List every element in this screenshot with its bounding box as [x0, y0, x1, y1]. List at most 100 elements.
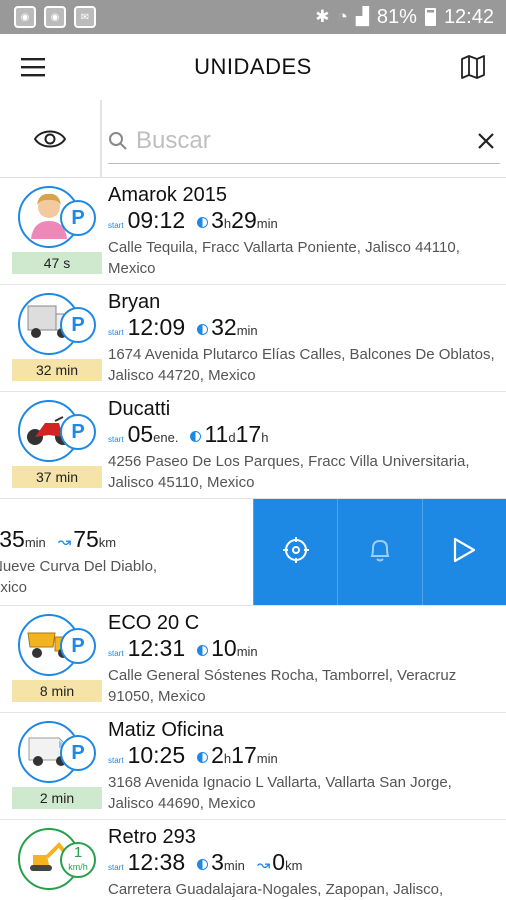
duration: 11 d 17 h — [190, 421, 268, 448]
distance-value: 75 — [73, 526, 99, 552]
duration-unit: h — [223, 751, 232, 766]
app-bar: UNIDADES — [0, 34, 506, 100]
last-update-badge: 32 min — [12, 359, 102, 381]
locate-action-button[interactable] — [253, 499, 338, 605]
clock-icon — [190, 431, 202, 442]
start-label: start — [108, 435, 124, 444]
distance-unit: km — [285, 858, 303, 873]
status-value: P — [71, 206, 85, 229]
unit-row[interactable]: P 8 min ECO 20 C start 12:31 10 min Calle Gener… — [0, 606, 506, 713]
duration-unit: min — [24, 535, 46, 550]
trip-stats: start 12:09 32 min — [108, 314, 500, 344]
notification-mail-icon: ✉ — [74, 6, 96, 28]
bell-icon — [368, 537, 392, 568]
distance: ↝ 75 km — [58, 526, 116, 553]
duration-unit: min — [223, 858, 245, 873]
status-value: P — [71, 634, 85, 657]
unit-info: Retro 293 start 12:38 3 min ↝ 0 km Carretera Gua… — [108, 825, 500, 900]
battery-icon — [424, 8, 436, 26]
start-label: start — [108, 756, 124, 765]
unit-name: Matiz Oficina — [108, 719, 224, 741]
signal-icon: ▟ — [355, 7, 369, 26]
parked-badge: P — [60, 628, 96, 664]
unit-info: Ducatti start 05 ene. 11 d 17 h 4256 Paseo De Lo… — [108, 397, 500, 493]
duration: 3 min — [197, 849, 245, 876]
start-time: 12:38 — [127, 849, 186, 875]
duration-value: 17 — [231, 742, 257, 768]
unit-row[interactable]: P 47 s Amarok 2015 start 09:12 3 h 29 min Calle T… — [0, 178, 506, 285]
duration: h35min — [0, 526, 46, 553]
duration-unit: min — [256, 216, 278, 231]
duration-value: 11 — [204, 421, 229, 447]
duration-unit: h — [223, 216, 232, 231]
parked-badge: P — [60, 307, 96, 343]
visibility-toggle-button[interactable] — [0, 100, 102, 178]
duration-value: 10 — [211, 635, 237, 661]
duration-unit: min — [236, 323, 258, 338]
unit-name: Retro 293 — [108, 826, 196, 848]
clear-search-button[interactable] — [472, 127, 500, 155]
distance-value: 0 — [272, 849, 286, 875]
duration-unit: h — [261, 430, 269, 445]
start-label: start — [108, 863, 124, 872]
duration: 32 min — [197, 314, 258, 341]
play-icon — [451, 536, 477, 569]
last-update-badge: 37 min — [12, 466, 102, 488]
duration: 2 h 17 min — [197, 742, 278, 769]
status-value: P — [71, 420, 85, 443]
play-action-button[interactable] — [421, 499, 506, 605]
unit-row[interactable]: P 32 min Bryan start 12:09 32 min 1674 Avenida … — [0, 285, 506, 392]
duration-value: 32 — [211, 314, 237, 340]
unit-address: 1674 Avenida Plutarco Elías Calles, Balc… — [108, 346, 495, 384]
unit-row[interactable]: P 37 min Ducatti start 05 ene. 11 d 17 h 4256 Pase… — [0, 392, 506, 499]
duration-unit: min — [256, 751, 278, 766]
unit-address: Carretera Guadalajara-Nogales, Zapopan, … — [108, 881, 444, 898]
duration-value: 35 — [0, 526, 25, 552]
unit-info: Matiz Oficina start 10:25 2 h 17 min 3168 Aveni… — [108, 718, 500, 814]
unit-address: Calle Tequila, Fracc Vallarta Poniente, … — [108, 239, 460, 277]
unit-row[interactable]: P 2 min Matiz Oficina start 10:25 2 h 17 min 3168… — [0, 713, 506, 820]
route-icon: ↝ — [57, 534, 72, 551]
bell-action-button[interactable] — [337, 499, 422, 605]
clock-icon — [197, 217, 209, 228]
duration-value: 3 — [211, 849, 224, 875]
unit-row[interactable]: h35min↝75kmNueve Curva Del Diablo,exico — [0, 499, 506, 606]
start-time: 05 — [127, 421, 154, 447]
map-button[interactable] — [440, 34, 506, 100]
unit-info: ECO 20 C start 12:31 10 min Calle General Sós… — [108, 611, 500, 707]
trip-stats: start 09:12 3 h 29 min — [108, 207, 500, 237]
swipe-actions — [253, 499, 506, 605]
start-time: 10:25 — [127, 742, 186, 768]
unit-name: Amarok 2015 — [108, 184, 227, 206]
clock-time: 12:42 — [443, 5, 494, 28]
clock-icon — [197, 859, 209, 870]
parked-badge: P — [60, 414, 96, 450]
speed-badge: 1 km/h — [60, 842, 96, 878]
status-value: 1 — [73, 844, 83, 861]
duration: 10 min — [197, 635, 258, 662]
unit-row[interactable]: 1 km/h Retro 293 start 12:38 3 min ↝ 0 km Carreter… — [0, 820, 506, 900]
start-time: 12:09 — [127, 314, 186, 340]
notification-app-icon: ◉ — [44, 6, 66, 28]
start-date-suffix: ene. — [153, 430, 179, 445]
distance: ↝ 0 km — [257, 849, 303, 876]
unit-name: Ducatti — [108, 398, 171, 420]
clock-icon — [197, 752, 209, 763]
map-icon — [461, 55, 485, 79]
duration-unit: min — [236, 644, 258, 659]
menu-button[interactable] — [0, 34, 66, 100]
last-update-badge: 2 min — [12, 787, 102, 809]
search-input[interactable] — [136, 126, 472, 155]
unit-address: Calle General Sóstenes Rocha, Tamborrel,… — [108, 667, 457, 705]
trip-stats: start 12:31 10 min — [108, 635, 500, 665]
search-icon — [109, 131, 127, 150]
clock-icon — [197, 324, 209, 335]
unit-list: P 47 s Amarok 2015 start 09:12 3 h 29 min Calle T… — [0, 178, 506, 900]
start-time: 09:12 — [127, 207, 186, 233]
distance-unit: km — [98, 535, 117, 550]
bluetooth-icon: ✱ — [315, 7, 330, 26]
unit-info: Amarok 2015 start 09:12 3 h 29 min Calle Tequil… — [108, 183, 500, 279]
unit-address: 3168 Avenida Ignacio L Vallarta, Vallart… — [108, 774, 452, 812]
unit-name: ECO 20 C — [108, 612, 200, 634]
start-label: start — [108, 649, 124, 658]
